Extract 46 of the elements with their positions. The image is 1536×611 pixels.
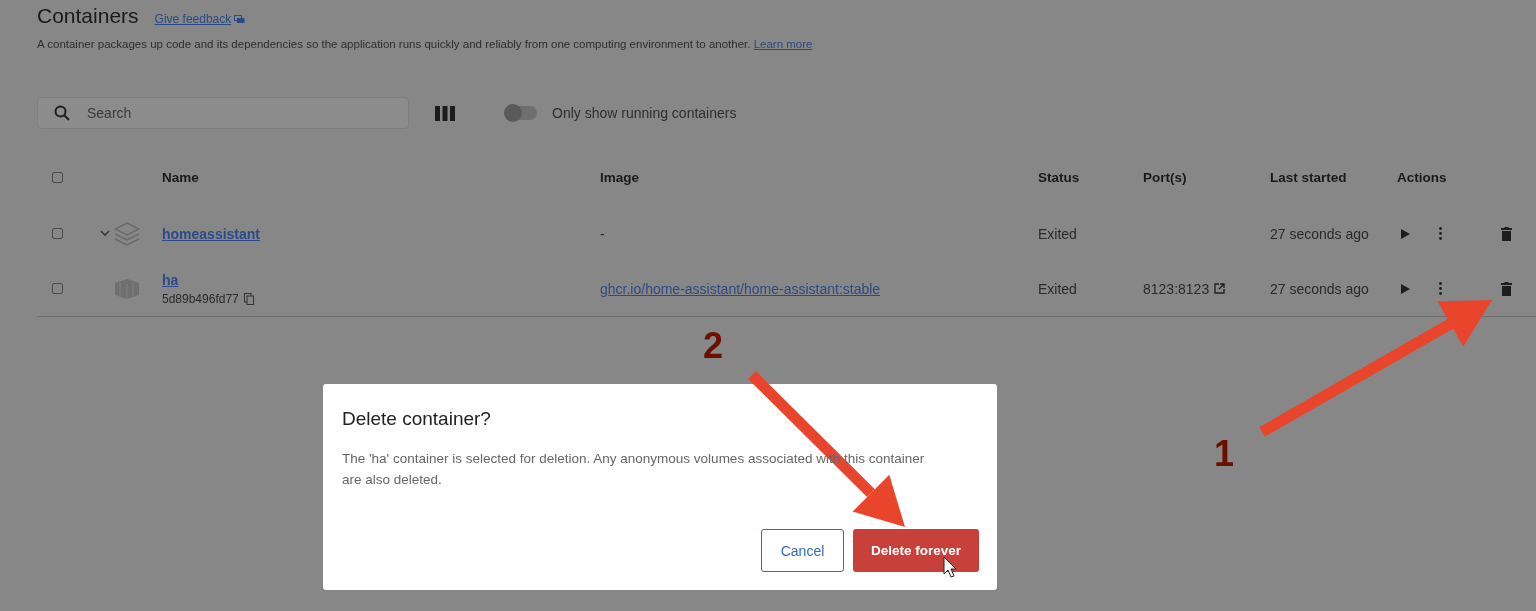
play-button[interactable] <box>1401 228 1410 239</box>
dialog-title: Delete container? <box>342 408 492 430</box>
chat-icon <box>234 14 246 24</box>
page-description: A container packages up code and its dependencies so the application runs quickly and reliably from one computing environment to another. Learn more <box>37 38 814 50</box>
select-all-checkbox[interactable] <box>52 171 63 183</box>
search-field[interactable]: Search <box>37 97 409 129</box>
column-header: Image <box>600 169 641 185</box>
column-header: Status <box>1038 169 1081 185</box>
last-started-cell-text: 27 seconds ago <box>1270 225 1370 242</box>
annotation-number: 2 <box>703 325 724 366</box>
layers-icon <box>114 221 140 246</box>
more-options-button[interactable] <box>1439 282 1442 295</box>
delete-button[interactable] <box>1501 226 1512 241</box>
delete-forever-button[interactable]: Delete forever <box>853 529 979 572</box>
image-link[interactable]: ghcr.io/home-assistant/home-assistant:stable <box>600 280 881 297</box>
column-header: Last started <box>1270 169 1348 185</box>
cancel-button[interactable]: Cancel <box>761 529 844 572</box>
page-title: Containers <box>37 4 139 28</box>
delete-button[interactable] <box>1501 281 1512 296</box>
annotation-number: 1 <box>1214 433 1235 474</box>
chevron-icon[interactable] <box>100 230 110 237</box>
more-options-button[interactable] <box>1439 227 1442 240</box>
image-cell: - <box>600 225 605 242</box>
column-header: Actions <box>1397 169 1448 185</box>
column-header: Port(s) <box>1143 169 1188 185</box>
columns-icon[interactable] <box>435 105 455 121</box>
row-checkbox[interactable] <box>52 228 63 239</box>
ports-cell: 8123:8123 <box>1143 280 1210 297</box>
toggle-label: Only show running containers <box>552 105 737 121</box>
last-started-cell-text: 27 seconds ago <box>1270 280 1370 297</box>
running-toggle[interactable] <box>505 106 537 120</box>
copy-icon[interactable] <box>243 292 254 305</box>
give-feedback-link[interactable]: Give feedback <box>154 12 246 26</box>
play-button[interactable] <box>1401 283 1410 294</box>
container-icon <box>114 277 140 300</box>
container-id: 5d89b496fd77 <box>162 291 239 306</box>
column-header: Name <box>162 169 200 185</box>
external-link-icon[interactable] <box>1214 283 1226 294</box>
row-checkbox[interactable] <box>52 283 63 294</box>
mouse-cursor-icon <box>943 556 957 578</box>
search-icon <box>54 105 70 121</box>
container-name-link[interactable]: homeassistant <box>162 225 600 242</box>
status-cell-text: Exited <box>1038 280 1078 297</box>
status-cell-text: Exited <box>1038 225 1078 242</box>
learn-more-link[interactable]: Learn more <box>753 38 813 50</box>
container-name-link[interactable]: ha <box>162 271 600 288</box>
